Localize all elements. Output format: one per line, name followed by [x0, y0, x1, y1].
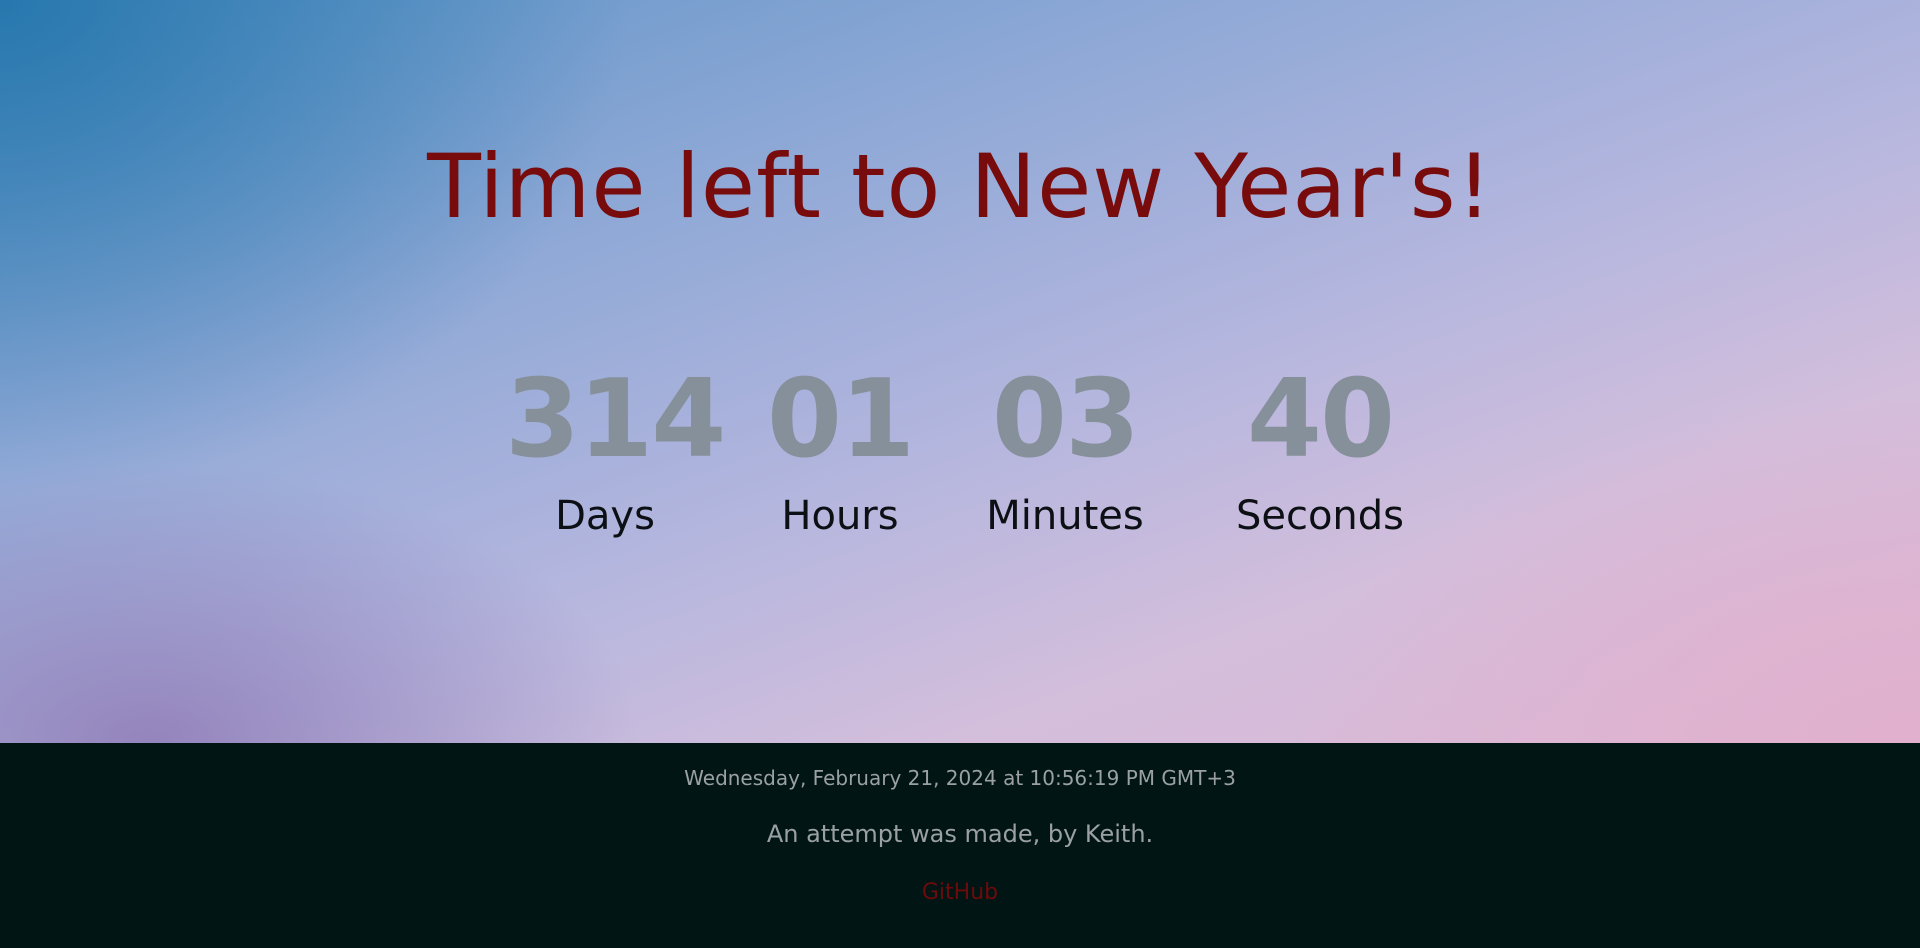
- github-link-container: GitHub: [0, 877, 1920, 909]
- footer: Wednesday, February 21, 2024 at 10:56:19…: [0, 743, 1920, 948]
- author-credit: An attempt was made, by Keith.: [766, 820, 1154, 848]
- seconds-value: 40: [1246, 357, 1395, 482]
- minutes-label: Minutes: [986, 493, 1144, 539]
- hero-section: Time left to New Year's! 314 Days 01 Hou…: [0, 0, 1920, 743]
- page-title: Time left to New Year's!: [427, 135, 1493, 238]
- countdown-seconds: 40 Seconds: [1220, 360, 1420, 540]
- days-value: 314: [505, 357, 726, 482]
- countdown-days: 314 Days: [505, 357, 726, 540]
- countdown-hours: 01 Hours: [760, 360, 920, 540]
- current-datetime: Wednesday, February 21, 2024 at 10:56:19…: [684, 766, 1236, 790]
- countdown-minutes: 03 Minutes: [970, 360, 1160, 540]
- hours-value: 01: [766, 357, 915, 482]
- github-link[interactable]: GitHub: [922, 880, 998, 905]
- hours-label: Hours: [781, 493, 899, 539]
- minutes-value: 03: [991, 357, 1140, 482]
- seconds-label: Seconds: [1235, 493, 1405, 539]
- days-label: Days: [555, 493, 655, 539]
